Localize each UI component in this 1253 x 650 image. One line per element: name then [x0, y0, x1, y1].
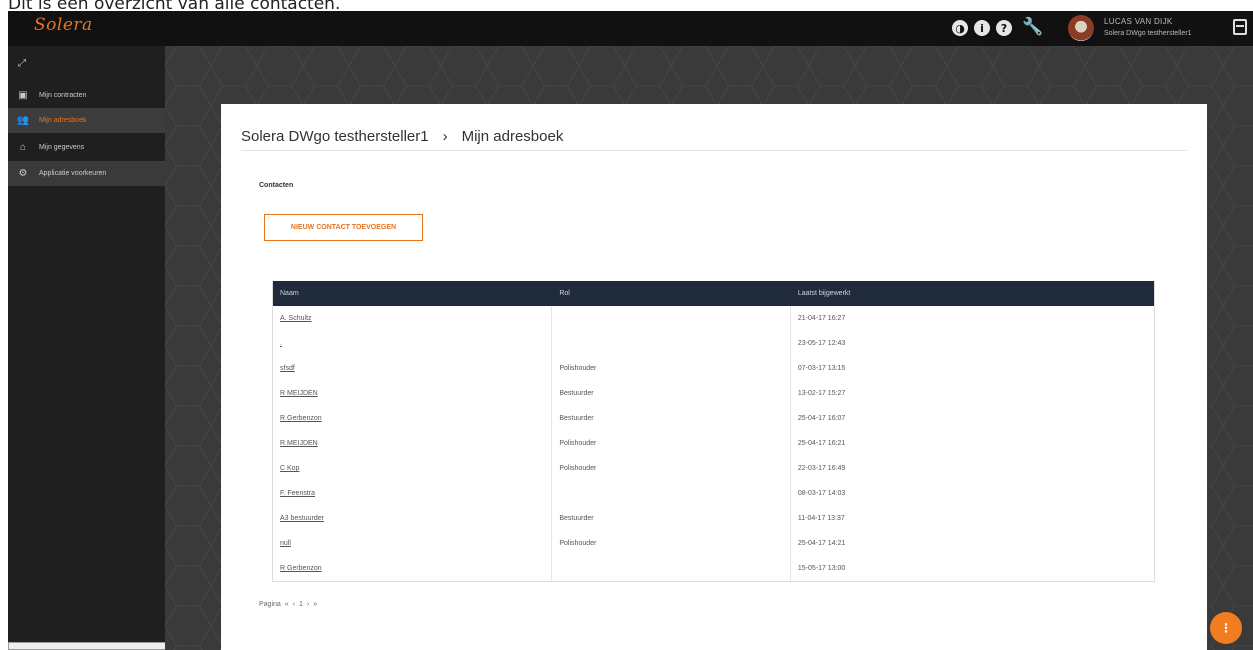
addressbook-icon: 👥: [16, 115, 30, 126]
collapse-sidebar-icon[interactable]: ⤢: [18, 58, 26, 69]
table-row[interactable]: R MEIJDEN Polishouder 25-04-17 16:21: [273, 431, 1154, 456]
header-naam[interactable]: Naam: [273, 281, 552, 306]
main-panel: Solera DWgo testhersteller1 › Mijn adres…: [221, 104, 1207, 650]
breadcrumb-divider: [241, 150, 1187, 151]
sidebar-item-adresboek[interactable]: 👥 Mijn adresboek: [8, 108, 165, 133]
contact-role: Bestuurder: [552, 506, 791, 531]
contact-name-link[interactable]: .: [280, 340, 282, 347]
table-row[interactable]: F. Feenstra 08-03-17 14:03: [273, 481, 1154, 506]
pagination: Pagina « ‹ 1 › »: [259, 601, 317, 608]
contact-role: Polishouder: [552, 431, 791, 456]
sidebar-item-label: Mijn adresboek: [39, 117, 87, 124]
sidebar-item-label: Mijn contracten: [39, 92, 87, 99]
sidebar-item-label: Applicatie voorkeuren: [39, 170, 107, 177]
contact-name-link[interactable]: null: [280, 540, 291, 547]
contact-name-link[interactable]: F. Feenstra: [280, 490, 315, 497]
contact-updated: 25-04-17 16:21: [797, 440, 846, 447]
next-page-button[interactable]: ›: [307, 601, 309, 608]
contrast-icon[interactable]: ◑: [952, 20, 968, 36]
contact-name-link[interactable]: R MEIJDEN: [280, 440, 318, 447]
home-icon: ⌂: [19, 142, 27, 153]
section-title: Contacten: [259, 182, 294, 189]
last-page-button[interactable]: »: [313, 601, 317, 608]
breadcrumb-separator: ›: [442, 128, 448, 145]
contact-name-link[interactable]: A. Schultz: [280, 315, 312, 322]
table-row[interactable]: sfsdf Polishouder 07-03-17 13:15: [273, 356, 1154, 381]
table-row[interactable]: null Polishouder 25-04-17 14:21: [273, 531, 1154, 556]
header-laatst-bijgewerkt[interactable]: Laatst bijgewerkt: [791, 281, 1154, 306]
contact-role: Polishouder: [552, 356, 791, 381]
contact-role: [552, 306, 791, 331]
sidebar-item-contracten[interactable]: ▣ Mijn contracten: [8, 83, 165, 108]
new-contact-button[interactable]: NIEUW CONTACT TOEVOEGEN: [264, 214, 423, 241]
breadcrumb-page: Mijn adresboek: [461, 128, 564, 145]
contact-updated: 25-04-17 14:21: [797, 540, 846, 547]
contacts-table: Naam Rol Laatst bijgewerkt A. Schultz 21…: [272, 281, 1155, 582]
contact-updated: 08-03-17 14:03: [797, 490, 846, 497]
contact-name-link[interactable]: R Gerbenzon: [280, 565, 322, 572]
contact-updated: 23-05-17 12:43: [797, 340, 846, 347]
contact-role: Polishouder: [552, 531, 791, 556]
sidebar-item-gegevens[interactable]: ⌂ Mijn gegevens: [8, 135, 165, 160]
wrench-icon[interactable]: 🔧: [1022, 17, 1043, 37]
user-company: Solera DWgo testhersteller1: [1104, 30, 1192, 37]
contact-updated: 21-04-17 16:27: [797, 315, 846, 322]
contact-name-link[interactable]: R MEIJDEN: [280, 390, 318, 397]
contact-name-link[interactable]: sfsdf: [280, 365, 295, 372]
table-row[interactable]: R MEIJDEN Bestuurder 13-02-17 15:27: [273, 381, 1154, 406]
first-page-button[interactable]: «: [285, 601, 289, 608]
breadcrumb: Solera DWgo testhersteller1 › Mijn adres…: [241, 128, 563, 145]
current-page[interactable]: 1: [299, 601, 303, 608]
contact-role: [552, 331, 791, 356]
contact-name-link[interactable]: C Kop: [280, 465, 299, 472]
contact-role: [552, 556, 791, 581]
contact-updated: 11-04-17 13:37: [797, 515, 845, 522]
prev-page-button[interactable]: ‹: [293, 601, 295, 608]
contact-updated: 15-05-17 13:00: [797, 565, 846, 572]
contact-role: Polishouder: [552, 456, 791, 481]
contact-updated: 07-03-17 13:15: [797, 365, 846, 372]
table-row[interactable]: . 23-05-17 12:43: [273, 331, 1154, 356]
top-bar: Solera ◑ i ? 🔧 LUCAS VAN DIJK Solera DWg…: [8, 11, 1253, 46]
contact-name-link[interactable]: R Gerbenzon: [280, 415, 322, 422]
table-row[interactable]: C Kop Polishouder 22-03-17 16:49: [273, 456, 1154, 481]
contact-role: Bestuurder: [552, 381, 791, 406]
table-header: Naam Rol Laatst bijgewerkt: [273, 281, 1154, 306]
contact-updated: 13-02-17 15:27: [797, 390, 846, 397]
contact-role: Bestuurder: [552, 406, 791, 431]
info-icon[interactable]: i: [974, 20, 990, 36]
more-options-fab[interactable]: ⋮: [1210, 612, 1242, 644]
sidebar-item-label: Mijn gegevens: [39, 144, 85, 151]
contact-updated: 25-04-17 16:07: [797, 415, 846, 422]
contracts-icon: ▣: [18, 90, 28, 101]
user-name: LUCAS VAN DIJK: [1104, 17, 1173, 26]
contact-role: [552, 481, 791, 506]
toolbar-icons: ◑ i ?: [952, 20, 1012, 36]
sidebar: ⤢ ▣ Mijn contracten 👥 Mijn adresboek ⌂ M…: [8, 46, 165, 650]
avatar[interactable]: [1068, 15, 1094, 41]
table-row[interactable]: A3 bestuurder Bestuurder 11-04-17 13:37: [273, 506, 1154, 531]
table-row[interactable]: R Gerbenzon Bestuurder 25-04-17 16:07: [273, 406, 1154, 431]
table-row[interactable]: R Gerbenzon 15-05-17 13:00: [273, 556, 1154, 581]
breadcrumb-company[interactable]: Solera DWgo testhersteller1: [241, 128, 429, 145]
contact-name-link[interactable]: A3 bestuurder: [280, 515, 324, 522]
solera-logo[interactable]: Solera: [34, 15, 93, 35]
logout-icon[interactable]: [1233, 19, 1247, 35]
sidebar-item-voorkeuren[interactable]: ⚙ Applicatie voorkeuren: [8, 161, 165, 186]
pagination-label: Pagina: [259, 601, 281, 608]
gear-icon: ⚙: [18, 168, 28, 179]
help-icon[interactable]: ?: [996, 20, 1012, 36]
header-rol[interactable]: Rol: [552, 281, 790, 306]
contact-updated: 22-03-17 16:49: [797, 465, 846, 472]
table-row[interactable]: A. Schultz 21-04-17 16:27: [273, 306, 1154, 331]
